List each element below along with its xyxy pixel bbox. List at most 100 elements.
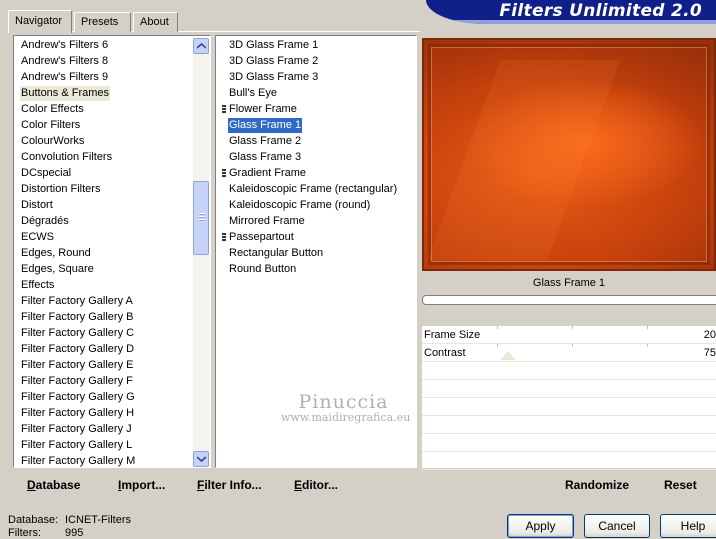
category-item[interactable]: Andrew's Filters 9 (20, 70, 109, 85)
category-item[interactable]: Dégradés (20, 214, 70, 229)
filter-item[interactable]: Round Button (228, 262, 297, 277)
filter-info-button[interactable]: Filter Info... (197, 478, 262, 492)
slider-tick (647, 344, 648, 347)
category-item[interactable]: Distort (20, 198, 54, 213)
database-button[interactable]: Database (27, 478, 80, 492)
category-item[interactable]: ECWS (20, 230, 55, 245)
category-scrollbar[interactable] (193, 38, 209, 467)
slider-tick (572, 344, 573, 347)
filter-item[interactable]: Gradient Frame (228, 166, 307, 181)
filter-item[interactable]: Bull's Eye (228, 86, 278, 101)
status-filters-value: 995 (65, 527, 84, 539)
progress-bar (422, 295, 716, 305)
label-rest: ditor... (302, 478, 339, 492)
watermark-name: Pinuccia (298, 391, 389, 413)
label-rest: mport... (121, 478, 166, 492)
filter-item[interactable]: Passepartout (228, 230, 295, 245)
category-item[interactable]: Buttons & Frames (20, 86, 111, 101)
status-database: Database: ICNET-Filters (8, 514, 131, 526)
category-item[interactable]: Filter Factory Gallery A (20, 294, 134, 309)
label-rest: ilter Info... (204, 478, 262, 492)
category-item[interactable]: Filter Factory Gallery H (20, 406, 135, 421)
toolbar-left: Database Import... Filter Info... Editor… (13, 472, 417, 498)
param-name: Contrast (424, 347, 466, 359)
cancel-button[interactable]: Cancel (584, 514, 650, 538)
apply-button[interactable]: Apply (507, 514, 574, 538)
param-row-empty (422, 398, 716, 416)
status-database-label: Database: (8, 514, 59, 526)
category-item[interactable]: Color Filters (20, 118, 81, 133)
filter-item[interactable]: 3D Glass Frame 3 (228, 70, 319, 85)
tab-presets[interactable]: Presets (74, 12, 131, 32)
param-row-contrast[interactable]: Contrast 75 (422, 344, 716, 362)
slider-tick (572, 326, 573, 329)
filter-item[interactable]: Glass Frame 1 (228, 118, 303, 133)
category-item[interactable]: Distortion Filters (20, 182, 101, 197)
param-row-empty (422, 416, 716, 434)
submenu-marker-icon (222, 169, 226, 178)
category-list[interactable]: Andrew's Filters 6 Andrew's Filters 8 Andr… (13, 35, 211, 468)
category-item[interactable]: Edges, Square (20, 262, 95, 277)
scroll-up-button[interactable] (193, 38, 209, 54)
watermark: Pinuccia www.maidiregrafica.eu (281, 391, 411, 424)
slider-tick (497, 344, 498, 347)
filter-item[interactable]: Mirrored Frame (228, 214, 306, 229)
status-filters-label: Filters: (8, 527, 41, 539)
param-row-empty (422, 380, 716, 398)
category-item[interactable]: Filter Factory Gallery E (20, 358, 134, 373)
category-item[interactable]: Filter Factory Gallery J (20, 422, 133, 437)
label-rest: atabase (35, 478, 81, 492)
category-item[interactable]: ColourWorks (20, 134, 85, 149)
app-title: Filters Unlimited 2.0 (499, 1, 702, 21)
tab-navigator[interactable]: Navigator (8, 10, 72, 33)
category-item[interactable]: Filter Factory Gallery C (20, 326, 135, 341)
filter-item[interactable]: Kaleidoscopic Frame (rectangular) (228, 182, 398, 197)
filter-item[interactable]: 3D Glass Frame 1 (228, 38, 319, 53)
param-row-frame-size[interactable]: Frame Size 20 (422, 326, 716, 344)
filter-item[interactable]: Glass Frame 2 (228, 134, 302, 149)
editor-button[interactable]: Editor... (294, 478, 338, 492)
chevron-down-icon (197, 456, 206, 462)
category-item[interactable]: Filter Factory Gallery M (20, 454, 136, 467)
category-item[interactable]: Filter Factory Gallery B (20, 310, 134, 325)
filter-list[interactable]: Pinuccia www.maidiregrafica.eu 3D Glass … (215, 35, 417, 468)
slider-tick (497, 326, 498, 329)
category-item[interactable]: Filter Factory Gallery F (20, 374, 134, 389)
filter-item[interactable]: Kaleidoscopic Frame (round) (228, 198, 371, 213)
category-item[interactable]: Andrew's Filters 8 (20, 54, 109, 69)
param-name: Frame Size (424, 329, 481, 341)
param-row-empty (422, 434, 716, 452)
category-item[interactable]: Convolution Filters (20, 150, 113, 165)
category-item[interactable]: DCspecial (20, 166, 72, 181)
scroll-thumb[interactable] (193, 181, 209, 255)
watermark-url: www.maidiregrafica.eu (281, 411, 411, 424)
preview-image (422, 38, 716, 271)
category-item[interactable]: Color Effects (20, 102, 85, 117)
help-button[interactable]: Help (660, 514, 716, 538)
filter-item[interactable]: Flower Frame (228, 102, 298, 117)
status-filters: Filters: 995 (8, 527, 83, 539)
category-item[interactable]: Filter Factory Gallery L (20, 438, 133, 453)
category-item[interactable]: Filter Factory Gallery G (20, 390, 136, 405)
filter-item[interactable]: 3D Glass Frame 2 (228, 54, 319, 69)
scroll-down-button[interactable] (193, 451, 209, 467)
param-value: 20 (703, 329, 716, 341)
grip-icon (199, 213, 205, 222)
filter-item[interactable]: Rectangular Button (228, 246, 324, 261)
category-item[interactable]: Effects (20, 278, 55, 293)
category-item[interactable]: Edges, Round (20, 246, 92, 261)
randomize-button[interactable]: Randomize (565, 478, 629, 492)
status-database-value: ICNET-Filters (65, 514, 131, 526)
slider-caret (500, 351, 516, 360)
category-item[interactable]: Filter Factory Gallery D (20, 342, 135, 357)
category-item[interactable]: Andrew's Filters 6 (20, 38, 109, 53)
import-button[interactable]: Import... (118, 478, 165, 492)
tab-about[interactable]: About (133, 12, 178, 32)
param-value: 75 (703, 347, 716, 359)
app-banner: Filters Unlimited 2.0 (426, 0, 716, 24)
preview-label: Glass Frame 1 (532, 277, 606, 289)
filter-item[interactable]: Glass Frame 3 (228, 150, 302, 165)
reset-button[interactable]: Reset (664, 478, 697, 492)
param-row-empty (422, 362, 716, 380)
mnemonic: E (294, 478, 303, 492)
